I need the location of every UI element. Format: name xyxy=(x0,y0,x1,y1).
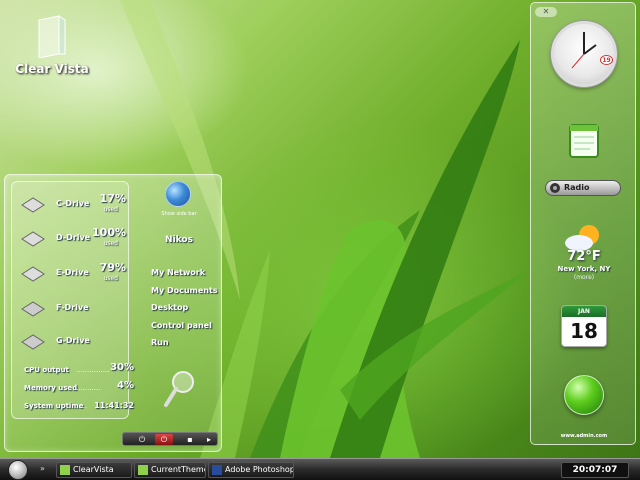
stat-label: System uptime xyxy=(24,402,84,410)
taskbar: » ClearVista CurrentTheme Adobe Photosho… xyxy=(0,458,640,480)
weather-more-link[interactable]: (more) xyxy=(531,274,637,281)
photoshop-icon xyxy=(212,465,222,475)
stat-value: 4% xyxy=(117,380,134,391)
stat-dots: ........... xyxy=(76,384,101,392)
task-label: Adobe Photoshop ... xyxy=(225,465,294,474)
desktop-icon-clear-vista[interactable]: Clear Vista xyxy=(12,14,92,76)
system-info-panel: C-Drive 17% used D-Drive 100% used E-Dri… xyxy=(4,174,222,452)
gadget-sidebar: ✕ 19 Radio 72°F New York, NY (more) JAN … xyxy=(530,2,636,445)
calendar-gadget[interactable]: JAN 18 xyxy=(561,305,607,347)
desktop-icon-label: Clear Vista xyxy=(15,62,89,76)
drive-percent: 17% xyxy=(99,192,126,205)
drive-name: G-Drive xyxy=(56,336,90,345)
desktop: Clear Vista C-Drive 17% used D-Drive 100… xyxy=(0,0,640,458)
link-control-panel[interactable]: Control panel xyxy=(151,321,212,330)
drive-used-label: used xyxy=(103,275,118,282)
clock-date-badge: 19 xyxy=(600,55,613,65)
globe-icon[interactable] xyxy=(564,375,604,415)
notepad-icon xyxy=(60,465,70,475)
task-button-currenttheme[interactable]: CurrentTheme xyxy=(134,462,206,478)
drive-row-e[interactable]: E-Drive 79% used xyxy=(12,259,130,289)
hard-drive-icon xyxy=(21,231,45,247)
stat-uptime: System uptime ..... 11:41:32 xyxy=(24,398,134,414)
drive-percent: 79% xyxy=(99,261,126,274)
radio-gadget[interactable]: Radio xyxy=(545,180,621,196)
hard-drive-icon xyxy=(21,266,45,282)
power-icon[interactable]: ⏻ xyxy=(133,434,151,445)
drive-used-label: used xyxy=(103,240,118,247)
link-desktop[interactable]: Desktop xyxy=(151,303,188,312)
radio-label: Radio xyxy=(564,183,590,192)
task-button-clearvista[interactable]: ClearVista xyxy=(56,462,132,478)
link-my-documents[interactable]: My Documents xyxy=(151,286,218,295)
drive-name: D-Drive xyxy=(56,233,91,242)
calendar-month: JAN xyxy=(562,306,606,317)
drive-card: C-Drive 17% used D-Drive 100% used E-Dri… xyxy=(11,181,134,419)
show-sidebar-label[interactable]: Show side bar xyxy=(143,211,215,217)
task-button-photoshop[interactable]: Adobe Photoshop ... xyxy=(208,462,294,478)
quick-launch-chevron[interactable]: » xyxy=(40,464,45,473)
stat-dots: ..... xyxy=(76,402,88,410)
stat-value: 11:41:32 xyxy=(94,401,134,410)
power-controls: ⏻ ⏻ ▪ ▸ xyxy=(122,432,218,446)
drive-percent: 100% xyxy=(92,226,126,239)
stat-dots: ............... xyxy=(76,366,110,374)
site-url[interactable]: www.admin.com xyxy=(531,433,637,439)
drive-name: C-Drive xyxy=(56,199,90,208)
task-label: ClearVista xyxy=(73,465,114,474)
clock-hands-icon xyxy=(571,32,597,69)
stat-label: CPU output xyxy=(24,366,69,374)
hard-drive-icon xyxy=(21,197,45,213)
speaker-icon xyxy=(550,183,560,193)
drive-row-d[interactable]: D-Drive 100% used xyxy=(12,224,130,254)
disc-drive-icon xyxy=(21,301,45,317)
drive-row-c[interactable]: C-Drive 17% used xyxy=(12,190,130,220)
show-sidebar-globe-icon[interactable] xyxy=(165,181,191,207)
link-run[interactable]: Run xyxy=(151,338,169,347)
lock-icon[interactable]: ▪ xyxy=(181,434,199,445)
drive-name: E-Drive xyxy=(56,268,89,277)
username: Nikos xyxy=(165,235,193,245)
weather-temp: 72°F xyxy=(567,249,601,264)
task-label: CurrentTheme xyxy=(151,465,206,474)
stat-memory: Memory used ........... 4% xyxy=(24,380,134,396)
stat-value: 30% xyxy=(110,362,134,373)
shutdown-icon[interactable]: ⏻ xyxy=(155,434,173,445)
stat-label: Memory used xyxy=(24,384,78,392)
disc-drive-icon xyxy=(21,334,45,350)
tray-clock[interactable]: 20:07:07 xyxy=(561,462,629,478)
weather-city: New York, NY xyxy=(557,265,611,273)
notepad-icon xyxy=(138,465,148,475)
stat-cpu: CPU output ............... 30% xyxy=(24,362,134,378)
drive-used-label: used xyxy=(103,206,118,213)
search-icon[interactable] xyxy=(163,369,197,409)
drive-row-f[interactable]: F-Drive xyxy=(12,294,130,324)
link-my-network[interactable]: My Network xyxy=(151,268,205,277)
clock-gadget[interactable]: 19 xyxy=(551,21,617,87)
arrow-right-icon[interactable]: ▸ xyxy=(203,434,215,445)
folder-icon xyxy=(35,14,69,59)
drive-name: F-Drive xyxy=(56,303,89,312)
notepad-gadget-icon[interactable] xyxy=(564,121,604,161)
close-icon[interactable]: ✕ xyxy=(535,7,557,17)
calendar-day: 18 xyxy=(570,319,598,343)
start-button[interactable] xyxy=(8,460,28,480)
drive-row-g[interactable]: G-Drive xyxy=(12,327,130,357)
